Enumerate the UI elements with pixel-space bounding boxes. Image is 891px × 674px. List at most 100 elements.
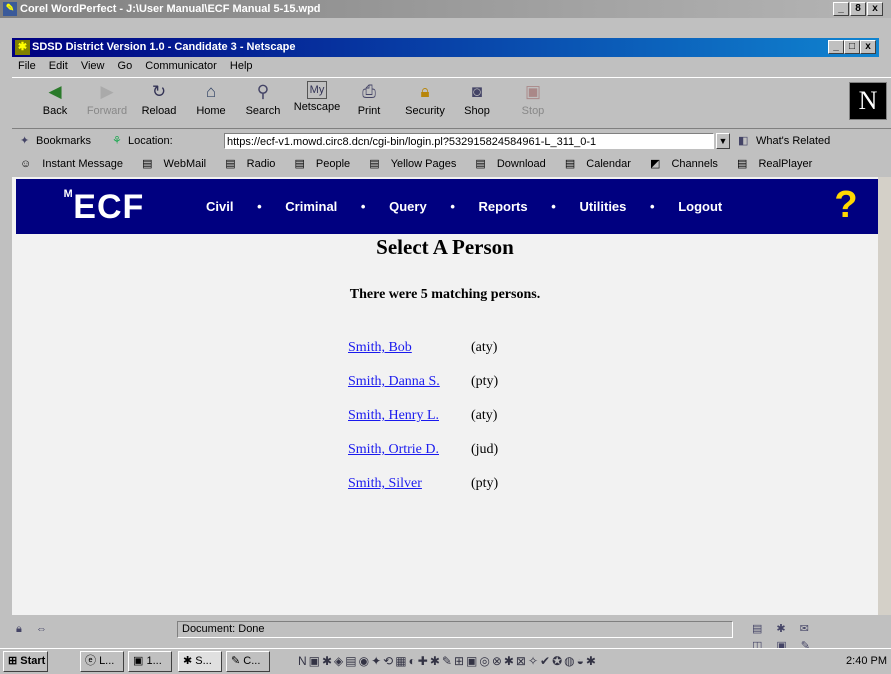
- netscape-logo[interactable]: N: [849, 82, 887, 120]
- outer-close-button[interactable]: x: [867, 2, 883, 16]
- back-arrow-icon: ◀: [48, 82, 62, 101]
- forward-button[interactable]: ▶ Forward: [82, 81, 132, 117]
- bookmarks-button[interactable]: Bookmarks: [36, 130, 91, 152]
- yellow-pages-label: Yellow Pages: [390, 158, 457, 170]
- menu-civil[interactable]: Civil: [206, 199, 233, 214]
- menu-file[interactable]: File: [18, 60, 36, 72]
- stop-button[interactable]: ▣ Stop: [508, 81, 558, 117]
- taskbar-button-one[interactable]: ▣ 1...: [128, 651, 172, 672]
- taskbar-button-browser[interactable]: ⓔ L...: [80, 651, 124, 672]
- page-title: Select A Person: [376, 235, 514, 259]
- menu-go[interactable]: Go: [118, 60, 133, 72]
- bookmark-folder-icon: ▤: [294, 158, 308, 170]
- yellow-pages-link[interactable]: ▤ Yellow Pages: [369, 158, 464, 170]
- match-count-text: There were 5 matching persons.: [349, 287, 541, 302]
- print-button[interactable]: ⎙ Print: [344, 81, 394, 117]
- back-label: Back: [42, 105, 68, 117]
- netscape-button[interactable]: My Netscape: [292, 81, 342, 113]
- outer-minimize-button[interactable]: _: [833, 2, 849, 16]
- person-link-smith-bob[interactable]: Smith, Bob: [348, 340, 412, 355]
- menu-separator: •: [360, 199, 366, 214]
- menu-reports[interactable]: Reports: [479, 199, 528, 214]
- netscape-window-icon: ✱: [183, 655, 193, 667]
- person-link-smith-henry[interactable]: Smith, Henry L.: [348, 408, 439, 423]
- people-label: People: [315, 158, 351, 170]
- home-button[interactable]: ⌂ Home: [186, 81, 236, 117]
- realplayer-link[interactable]: ▤ RealPlayer: [737, 158, 820, 170]
- browser-title: SDSD District Version 1.0 - Candidate 3 …: [32, 41, 296, 53]
- menu-help[interactable]: Help: [230, 60, 253, 72]
- person-row: Smith, Bob (aty): [348, 340, 497, 356]
- browser-titlebar: ✱ SDSD District Version 1.0 - Candidate …: [12, 38, 879, 57]
- wordperfect-icon: ✎: [3, 2, 17, 16]
- start-button[interactable]: ⊞ Start: [3, 651, 48, 672]
- person-link-smith-danna[interactable]: Smith, Danna S.: [348, 374, 440, 389]
- menu-utilities[interactable]: Utilities: [579, 199, 626, 214]
- security-label: Security: [405, 105, 445, 117]
- quick-launch-icons[interactable]: N▣✱◈▤◉✦⟲▦◐✚✱✎⊞▣◎⊗✱⊠✧✔✪◍◒✱: [298, 649, 598, 674]
- stop-icon: ▣: [524, 82, 542, 101]
- windows-taskbar: ⊞ Start ⓔ L... ▣ 1... ✱ S... ✎ C... N▣✱◈…: [0, 648, 891, 674]
- outer-window-title: Corel WordPerfect - J:\User Manual\ECF M…: [20, 3, 321, 15]
- outer-scrollbar[interactable]: [878, 177, 891, 615]
- forward-arrow-icon: ▶: [100, 82, 114, 101]
- search-label: Search: [245, 105, 281, 117]
- taskbar-button-corel[interactable]: ✎ C...: [226, 651, 270, 672]
- reload-button[interactable]: ↻ Reload: [134, 81, 184, 117]
- bookmark-folder-icon: ▤: [225, 158, 239, 170]
- people-link[interactable]: ▤ People: [294, 158, 358, 170]
- calendar-link[interactable]: ▤ Calendar: [565, 158, 639, 170]
- bookmark-folder-icon: ▤: [475, 158, 489, 170]
- bookmark-folder-icon: ▤: [142, 158, 156, 170]
- back-button[interactable]: ◀ Back: [30, 81, 80, 117]
- person-role: (jud): [471, 442, 499, 457]
- person-role: (aty): [471, 408, 498, 423]
- instant-message-label: Instant Message: [42, 158, 124, 170]
- menu-criminal[interactable]: Criminal: [285, 199, 337, 214]
- person-link-smith-silver[interactable]: Smith, Silver: [348, 476, 422, 491]
- person-row: Smith, Henry L. (aty): [348, 408, 497, 424]
- search-icon: ⚲: [256, 82, 270, 101]
- forward-label: Forward: [86, 105, 128, 117]
- menu-separator: •: [450, 199, 455, 214]
- search-button[interactable]: ⚲ Search: [238, 81, 288, 117]
- calendar-label: Calendar: [586, 158, 631, 170]
- whats-related-icon: ◧: [738, 135, 749, 147]
- instant-message-icon: ☺: [20, 158, 35, 170]
- bookmarks-icon: ✦: [20, 135, 30, 147]
- security-status-icon[interactable]: 🔒︎: [16, 621, 22, 638]
- download-link[interactable]: ▤ Download: [475, 158, 553, 170]
- person-link-smith-ortrie[interactable]: Smith, Ortrie D.: [348, 442, 439, 457]
- ecf-header: ᴹECF Civil • Criminal • Query • Reports …: [16, 179, 878, 234]
- channels-link[interactable]: ◩ Channels: [650, 158, 726, 170]
- browser-maximize-button[interactable]: □: [844, 40, 860, 54]
- menu-logout[interactable]: Logout: [678, 199, 722, 214]
- security-button[interactable]: 🔒︎ Security: [400, 81, 450, 117]
- radio-label: Radio: [246, 158, 276, 170]
- browser-close-button[interactable]: x: [860, 40, 876, 54]
- radio-link[interactable]: ▤ Radio: [225, 158, 283, 170]
- netscape-window-icon: ✱: [15, 40, 30, 55]
- ecf-menu: Civil • Criminal • Query • Reports • Uti…: [206, 199, 742, 214]
- taskbar-button-netscape[interactable]: ✱ S...: [178, 651, 222, 672]
- browser-minimize-button[interactable]: _: [828, 40, 844, 54]
- home-icon: ⌂: [205, 82, 217, 101]
- menu-query[interactable]: Query: [389, 199, 427, 214]
- realplayer-label: RealPlayer: [758, 158, 813, 170]
- person-role: (pty): [471, 476, 499, 491]
- outer-restore-button[interactable]: 8: [850, 2, 866, 16]
- outer-window-titlebar: ✎ Corel WordPerfect - J:\User Manual\ECF…: [0, 0, 891, 18]
- location-input[interactable]: https://ecf-v1.mowd.circ8.dcn/cgi-bin/lo…: [224, 133, 714, 149]
- location-dropdown-button[interactable]: ▼: [716, 133, 730, 149]
- webmail-link[interactable]: ▤ WebMail: [142, 158, 214, 170]
- location-icon: ⚘: [112, 135, 122, 147]
- menu-communicator[interactable]: Communicator: [145, 60, 217, 72]
- help-icon[interactable]: ?: [826, 185, 866, 225]
- instant-message-link[interactable]: ☺ Instant Message: [20, 158, 131, 170]
- whats-related-button[interactable]: What's Related: [756, 130, 830, 152]
- shop-button[interactable]: ◙ Shop: [452, 81, 502, 117]
- menu-view[interactable]: View: [81, 60, 105, 72]
- menu-separator: •: [551, 199, 556, 214]
- person-row: Smith, Silver (pty): [348, 476, 498, 492]
- menu-edit[interactable]: Edit: [49, 60, 68, 72]
